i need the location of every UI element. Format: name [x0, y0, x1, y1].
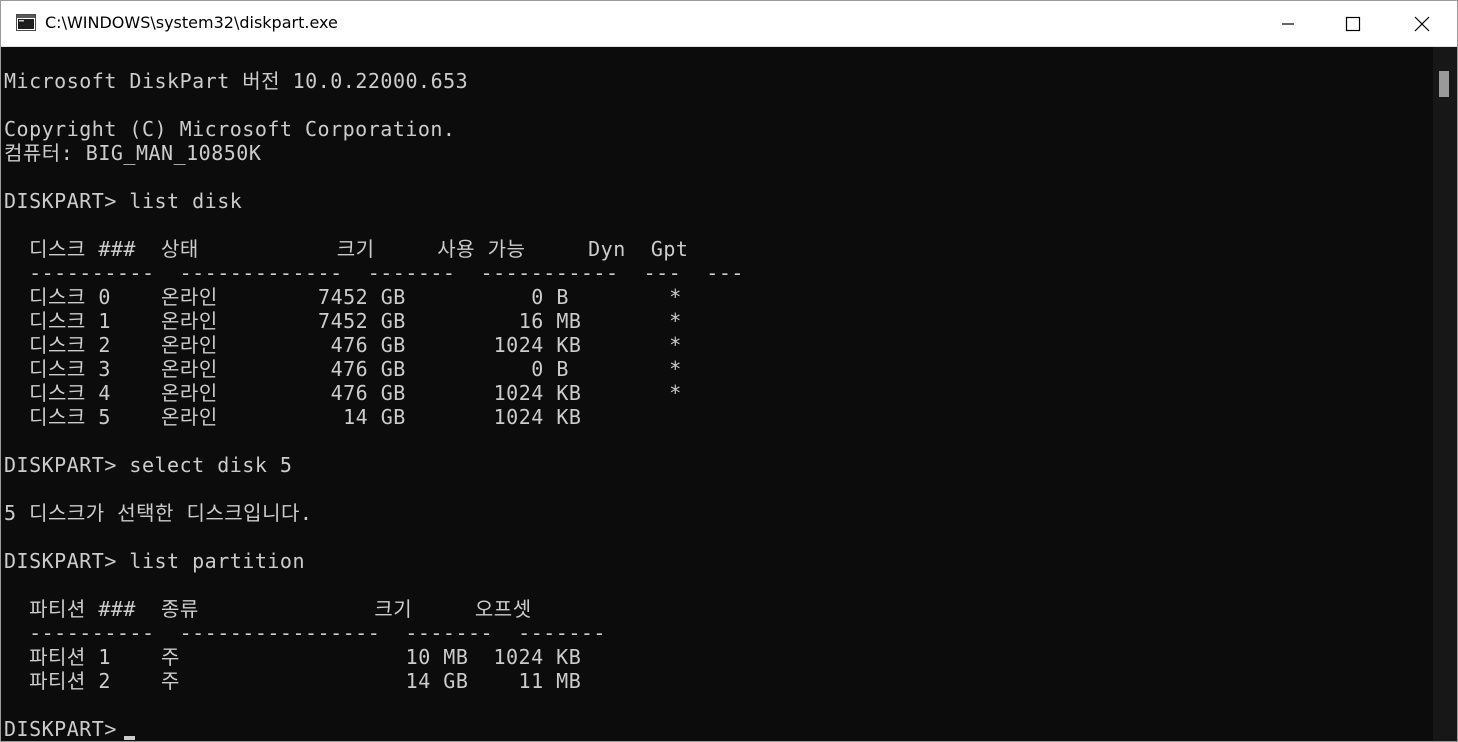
console-line: 디스크 0 온라인 7452 GB 0 B * — [4, 285, 682, 309]
console-line: 5 디스크가 선택한 디스크입니다. — [4, 501, 313, 525]
console-line: Microsoft DiskPart 버전 10.0.22000.653 — [4, 69, 469, 93]
console-line: 파티션 ### 종류 크기 오프셋 — [4, 597, 532, 621]
minimize-icon — [1282, 22, 1294, 25]
diskpart-console-window: C:\WINDOWS\system32\diskpart.exe Microso… — [0, 0, 1458, 742]
console-line: 파티션 1 주 10 MB 1024 KB — [4, 645, 582, 669]
console-line: 컴퓨터: BIG_MAN_10850K — [4, 141, 262, 165]
console-line: DISKPART> list partition — [4, 549, 305, 573]
close-button[interactable] — [1387, 1, 1457, 46]
console-line: 디스크 5 온라인 14 GB 1024 KB — [4, 405, 582, 429]
vertical-scrollbar[interactable] — [1433, 47, 1457, 741]
console-prompt-line: DISKPART> — [4, 717, 130, 741]
maximize-button[interactable] — [1318, 1, 1388, 46]
window-title: C:\WINDOWS\system32\diskpart.exe — [45, 13, 338, 32]
console-line: ---------- ---------------- ------- ----… — [4, 621, 606, 645]
console-line: 디스크 ### 상태 크기 사용 가능 Dyn Gpt — [4, 237, 689, 261]
console-output[interactable]: Microsoft DiskPart 버전 10.0.22000.653 Cop… — [1, 47, 1433, 741]
title-bar[interactable]: C:\WINDOWS\system32\diskpart.exe — [1, 1, 1457, 47]
minimize-button[interactable] — [1253, 1, 1323, 46]
console-line: DISKPART> list disk — [4, 189, 243, 213]
console-line: ---------- ------------- ------- -------… — [4, 261, 744, 285]
console-line: Copyright (C) Microsoft Corporation. — [4, 117, 456, 141]
console-line: 디스크 4 온라인 476 GB 1024 KB * — [4, 381, 682, 405]
console-line: 디스크 2 온라인 476 GB 1024 KB * — [4, 333, 682, 357]
maximize-icon — [1345, 16, 1361, 31]
close-icon — [1414, 16, 1430, 31]
console-line: 파티션 2 주 14 GB 11 MB — [4, 669, 582, 693]
console-line: 디스크 1 온라인 7452 GB 16 MB * — [4, 309, 682, 333]
console-window-icon — [16, 14, 36, 31]
console-line: DISKPART> select disk 5 — [4, 453, 293, 477]
console-line: 디스크 3 온라인 476 GB 0 B * — [4, 357, 682, 381]
text-cursor — [124, 736, 135, 740]
scrollbar-thumb[interactable] — [1439, 71, 1449, 97]
